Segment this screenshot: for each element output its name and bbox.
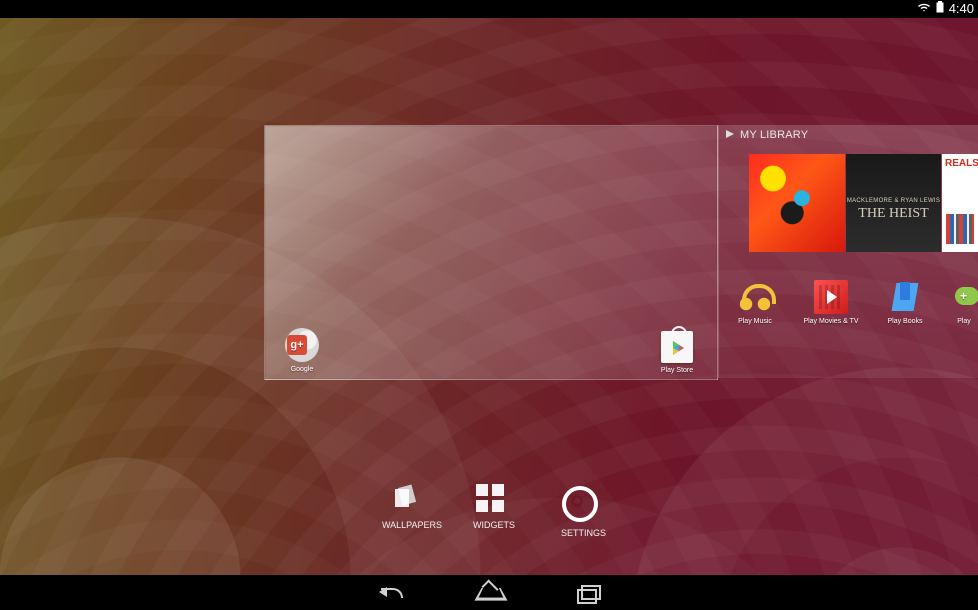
album-art-2-artist: MACKLEMORE & RYAN LEWIS [846, 198, 941, 204]
wallpapers-button[interactable]: WALLPAPERS [382, 484, 443, 530]
play-store-icon [661, 326, 693, 363]
wallpaper-icon [392, 484, 420, 512]
play-triangle-icon [726, 129, 734, 141]
album-art-1[interactable] [749, 154, 845, 252]
play-movies-shortcut[interactable]: Play Movies & TV [802, 280, 860, 325]
play-games-label: Play [957, 318, 971, 325]
play-music-shortcut[interactable]: Play Music [726, 280, 784, 325]
battery-icon [936, 1, 944, 16]
settings-label: SETTINGS [561, 528, 607, 538]
play-music-label: Play Music [738, 318, 772, 325]
album-art-3-text: REALS [945, 158, 978, 169]
settings-button[interactable]: SETTINGS [561, 484, 607, 538]
play-store-shortcut[interactable]: Play Store [657, 326, 697, 374]
google-shortcut[interactable]: g+ Google [284, 328, 320, 373]
play-books-label: Play Books [887, 318, 923, 325]
play-books-shortcut[interactable]: Play Books [876, 280, 934, 325]
home-icon[interactable] [475, 583, 503, 601]
home-page-preview[interactable] [264, 125, 718, 380]
games-icon [950, 280, 978, 314]
recent-apps-icon[interactable] [575, 583, 603, 604]
widgets-icon [476, 484, 504, 512]
play-games-shortcut[interactable]: Play [950, 280, 978, 325]
album-art-2[interactable]: MACKLEMORE & RYAN LEWIS THE HEIST [846, 154, 941, 252]
headphones-icon [738, 280, 776, 314]
my-library-title: MY LIBRARY [726, 129, 808, 141]
movie-icon [814, 280, 848, 314]
status-time: 4:40 [948, 1, 974, 16]
album-art-2-title: THE HEIST [858, 206, 929, 221]
back-icon[interactable] [377, 583, 405, 601]
wifi-icon [917, 1, 931, 16]
book-icon [888, 280, 922, 314]
google-label: Google [290, 366, 314, 373]
play-movies-label: Play Movies & TV [803, 318, 859, 325]
wallpapers-label: WALLPAPERS [382, 520, 443, 530]
gear-icon [562, 486, 598, 522]
play-store-label: Play Store [660, 367, 694, 374]
album-art-3-stripes [946, 214, 974, 244]
status-bar: 4:40 [0, 0, 978, 18]
widgets-label: WIDGETS [473, 520, 515, 530]
widgets-button[interactable]: WIDGETS [473, 484, 515, 530]
status-right-group: 4:40 [917, 1, 974, 16]
navigation-bar [0, 575, 978, 610]
google-icon: g+ [285, 328, 319, 362]
album-art-3[interactable]: REALS [942, 154, 978, 252]
